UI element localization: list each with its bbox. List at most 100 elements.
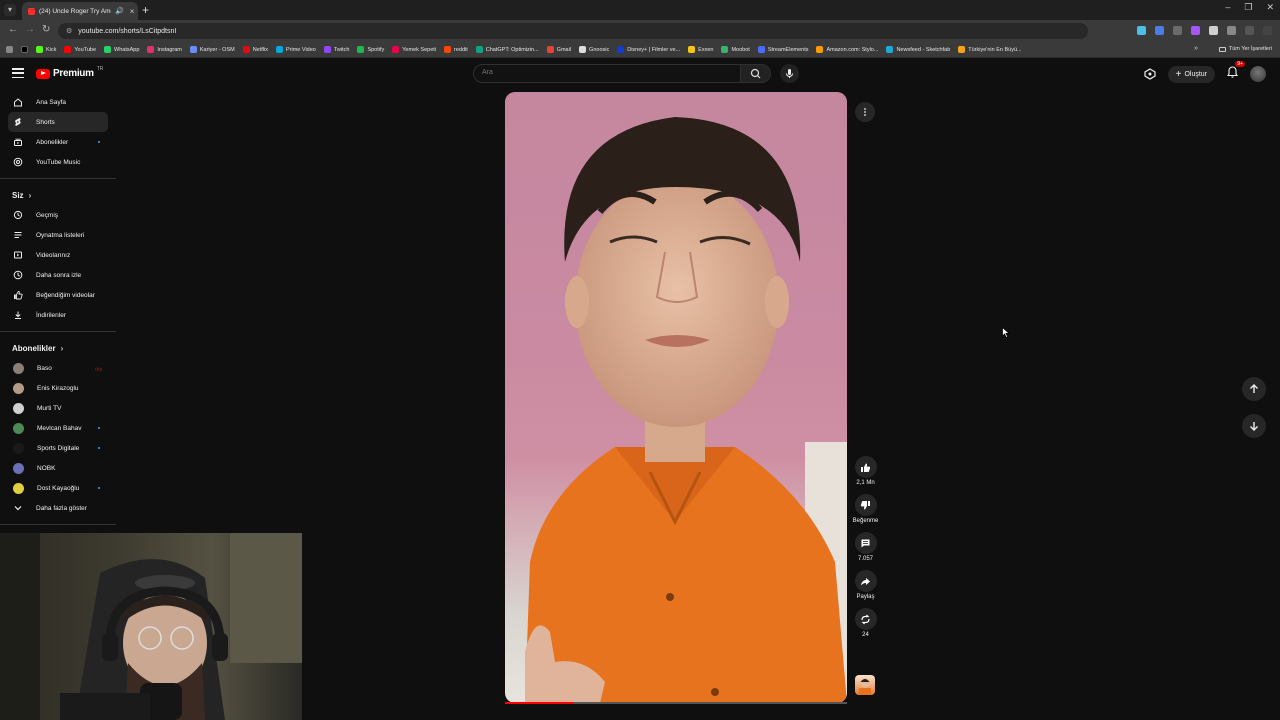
browser-tab[interactable]: (24) Uncle Roger Try Ameri 🔊 × [22,2,138,20]
youtube-premium-logo[interactable]: Premium TR [36,66,103,79]
more-bookmarks-icon[interactable]: » [1194,45,1198,52]
bookmark-item[interactable]: StreamElements [757,46,808,53]
extension-icon[interactable] [1173,26,1182,35]
bookmark-item[interactable]: Türkiye'nin En Büyü... [958,46,1022,53]
comment-icon [861,539,870,547]
sidebar-item[interactable]: Abonelikler [8,132,108,152]
sidebar-item[interactable]: Ana Sayfa [8,92,108,112]
new-tab-icon[interactable]: + [142,3,149,17]
apps-icon[interactable] [6,46,13,53]
bookmark-item[interactable]: Exxen [688,46,713,53]
bookmark-item[interactable]: Prime Video [275,46,316,53]
voice-search-button[interactable] [780,64,799,83]
bookmark-item[interactable]: WhatsApp [104,46,139,53]
next-short-button[interactable] [1242,414,1266,438]
extension-icon[interactable] [1155,26,1164,35]
channel-avatar [13,462,24,474]
sidebar-item-label: Ana Sayfa [36,98,66,106]
subscription-item[interactable]: Dost Kayaoğlu [8,478,108,498]
all-bookmarks-button[interactable]: Tüm Yer İşaretleri [1218,46,1272,52]
maximize-icon[interactable]: ❐ [1244,2,1252,13]
previous-short-button[interactable] [1242,377,1266,401]
extension-icon[interactable] [1191,26,1200,35]
bookmark-item[interactable]: Instagram [147,46,182,53]
bookmark-item[interactable]: Netflix [242,46,268,53]
speaker-icon[interactable]: 🔊 [115,7,124,15]
bookmark-favicon-icon [242,46,250,53]
bookmark-favicon-icon [357,46,365,53]
bookmark-item[interactable]: Gmail [546,46,572,53]
account-avatar[interactable] [1250,66,1266,82]
sidebar-item[interactable]: Oynatma listeleri [8,225,108,245]
bookmark-item[interactable]: Disney+ | Filmler ve... [617,46,680,53]
sidebar-item[interactable]: YouTube Music [8,152,108,172]
like-button[interactable] [854,456,877,478]
search-button[interactable] [740,65,770,82]
create-button[interactable]: + Oluştur [1167,65,1215,83]
studio-icon[interactable] [1143,68,1156,80]
dislike-button[interactable] [854,494,877,516]
sidebar-section-subscriptions[interactable]: Abonelikler › [8,338,108,358]
subscription-item[interactable]: Sports Digitale [8,438,108,458]
video-progress-bar[interactable] [505,702,847,704]
sidebar-item[interactable]: Videolarınız [8,245,108,265]
site-info-icon[interactable]: ⚙ [66,27,72,35]
close-tab-icon[interactable]: × [130,7,135,16]
close-window-icon[interactable]: ✕ [1266,2,1274,13]
extensions-puzzle-icon[interactable] [1227,26,1236,35]
x-logo-icon [21,46,28,53]
subscription-item[interactable]: Murti TV [8,398,108,418]
bookmark-item[interactable]: Gnoosic [579,46,609,53]
bookmark-item[interactable]: YouTube [64,46,96,53]
bookmark-item[interactable]: Spotify [357,46,384,53]
sidebar-item-label: Videolarınız [36,251,71,259]
bookmark-item[interactable]: Yemek Sepeti [392,46,436,53]
bookmark-item[interactable]: reddit [444,46,468,53]
create-label: Oluştur [1184,70,1207,78]
subscription-item[interactable]: Mevlcan Bahav [8,418,108,438]
bookmark-favicon-icon [579,46,587,53]
remix-button[interactable] [854,608,877,630]
home-icon [13,97,23,107]
subscription-item[interactable]: NOBK [8,458,108,478]
search-input[interactable] [482,69,732,76]
x-icon[interactable] [21,46,28,53]
sidebar-item[interactable]: İndirilenler [8,305,108,325]
share-button[interactable] [854,570,877,592]
extension-icon[interactable] [1137,26,1146,35]
sidebar-item[interactable]: Geçmiş [8,205,108,225]
bookmark-label: Gmail [556,46,572,53]
bookmark-item[interactable]: Moobot [721,46,750,53]
profile-icon[interactable] [1245,26,1254,35]
video-frame-image [525,117,847,703]
menu-icon[interactable] [12,68,24,78]
back-icon[interactable]: ← [8,24,18,35]
show-more-button[interactable]: Daha fazla göster [8,498,108,518]
subscription-item[interactable]: Enis Kirazoglu [8,378,108,398]
tab-search-icon[interactable]: ▾ [4,4,16,16]
bookmark-item[interactable]: Kariyer - OSM [189,46,235,53]
sound-thumbnail[interactable] [855,675,875,695]
window-controls: – ❐ ✕ [1225,2,1274,13]
more-options-button[interactable] [855,102,875,122]
bookmark-item[interactable]: Kick [36,46,56,53]
extension-icon[interactable] [1209,26,1218,35]
shorts-video-player[interactable] [505,92,847,703]
menu-icon[interactable] [1263,26,1272,35]
comments-button[interactable] [854,532,877,554]
subscription-item[interactable]: Baso ((•)) [8,358,108,378]
url-field[interactable]: ⚙ youtube.com/shorts/LsCitpdtsnI [58,23,1088,39]
notifications-button[interactable]: 9+ [1226,61,1245,83]
bookmark-item[interactable]: Amazon.com: Stylo... [816,46,878,53]
reload-icon[interactable]: ↻ [42,24,50,35]
sidebar-section-you[interactable]: Siz › [8,185,108,205]
sidebar-item[interactable]: Beğendiğim videolar [8,285,108,305]
sidebar-item[interactable]: Daha sonra izle [8,265,108,285]
bookmark-item[interactable]: ChatGPT: Optimizin... [475,46,539,53]
forward-icon[interactable]: → [25,24,35,35]
bookmark-item[interactable]: Twitch [323,46,349,53]
minimize-icon[interactable]: – [1225,2,1230,13]
sidebar-item[interactable]: Shorts [8,112,108,132]
bookmark-item[interactable]: Newsfeed - Sketchfab [886,46,950,53]
bookmark-favicon-icon [546,46,554,53]
